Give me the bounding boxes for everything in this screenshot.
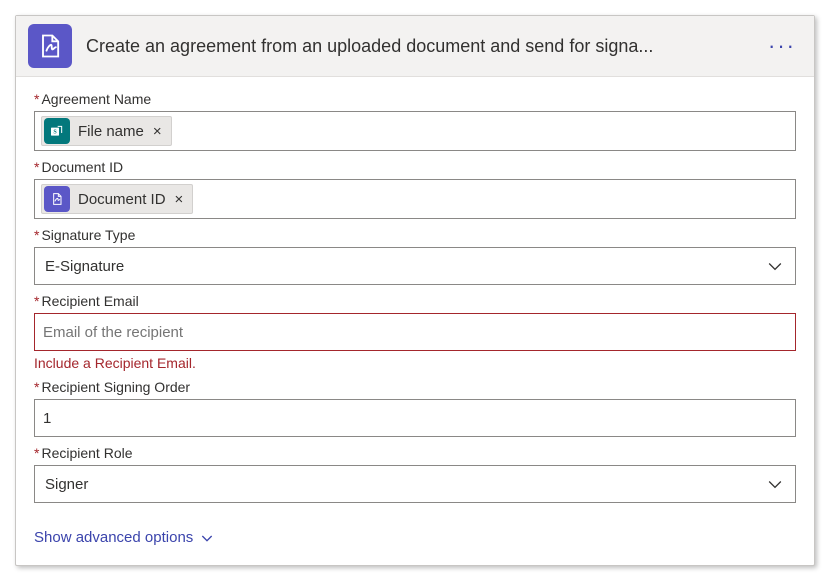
input-agreement-name[interactable]: S File name × [34, 111, 796, 151]
sharepoint-icon: S [44, 118, 70, 144]
field-recipient-signing-order: *Recipient Signing Order [34, 379, 796, 437]
select-signature-type[interactable]: E-Signature [34, 247, 796, 285]
label-recipient-email: *Recipient Email [34, 293, 796, 309]
field-signature-type: *Signature Type E-Signature [34, 227, 796, 285]
select-value: Signer [45, 476, 88, 493]
show-advanced-options[interactable]: Show advanced options [34, 529, 215, 546]
token-remove-icon[interactable]: × [150, 123, 165, 140]
input-document-id[interactable]: Document ID × [34, 179, 796, 219]
label-signature-type: *Signature Type [34, 227, 796, 243]
label-recipient-role: *Recipient Role [34, 445, 796, 461]
input-recipient-signing-order[interactable] [34, 399, 796, 437]
adobe-sign-icon [28, 24, 72, 68]
token-document-id[interactable]: Document ID × [41, 184, 193, 214]
label-agreement-name: *Agreement Name [34, 91, 796, 107]
error-recipient-email: Include a Recipient Email. [34, 355, 796, 371]
chevron-down-icon [765, 474, 785, 494]
required-indicator: * [34, 227, 39, 243]
token-file-name[interactable]: S File name × [41, 116, 172, 146]
token-label: Document ID [78, 191, 166, 208]
required-indicator: * [34, 379, 39, 395]
advanced-options-label: Show advanced options [34, 529, 193, 546]
input-recipient-email[interactable] [34, 313, 796, 351]
required-indicator: * [34, 293, 39, 309]
adobe-sign-icon [44, 186, 70, 212]
label-document-id: *Document ID [34, 159, 796, 175]
recipient-email-field[interactable] [41, 323, 789, 342]
field-agreement-name: *Agreement Name S File name × [34, 91, 796, 151]
label-recipient-signing-order: *Recipient Signing Order [34, 379, 796, 395]
token-label: File name [78, 123, 144, 140]
select-recipient-role[interactable]: Signer [34, 465, 796, 503]
action-card: Create an agreement from an uploaded doc… [15, 15, 815, 566]
required-indicator: * [34, 91, 39, 107]
field-recipient-email: *Recipient Email Include a Recipient Ema… [34, 293, 796, 371]
select-value: E-Signature [45, 258, 124, 275]
field-document-id: *Document ID Document ID × [34, 159, 796, 219]
token-remove-icon[interactable]: × [172, 191, 187, 208]
recipient-signing-order-field[interactable] [41, 409, 789, 428]
chevron-down-icon [199, 530, 215, 546]
field-recipient-role: *Recipient Role Signer [34, 445, 796, 503]
chevron-down-icon [765, 256, 785, 276]
card-body: *Agreement Name S File name × [16, 77, 814, 565]
card-header[interactable]: Create an agreement from an uploaded doc… [16, 16, 814, 77]
required-indicator: * [34, 445, 39, 461]
card-menu-button[interactable]: ··· [762, 33, 802, 59]
required-indicator: * [34, 159, 39, 175]
card-title: Create an agreement from an uploaded doc… [86, 36, 762, 57]
